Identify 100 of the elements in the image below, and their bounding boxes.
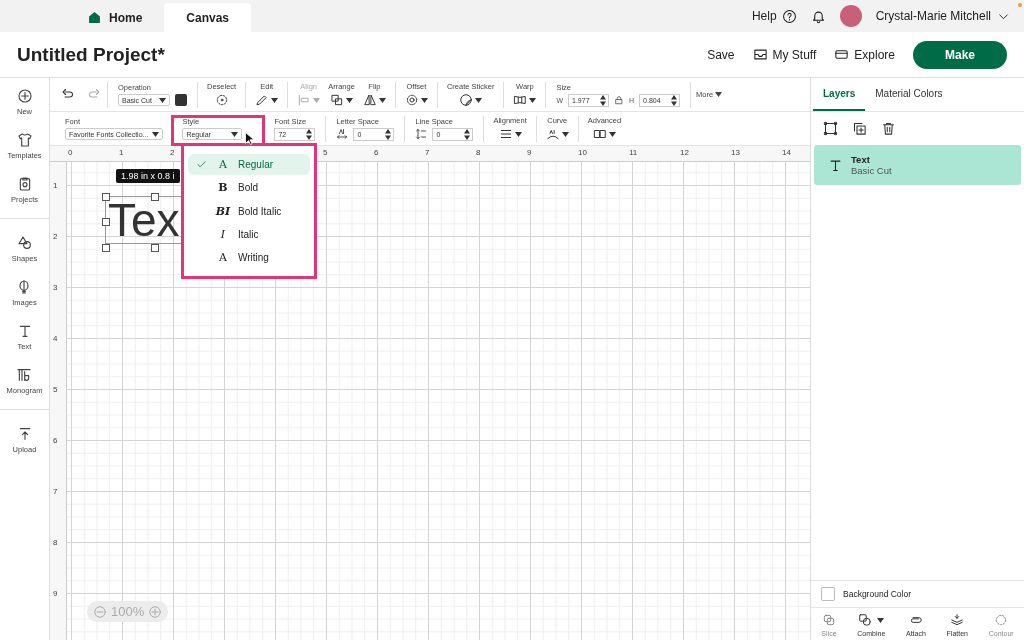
trash-icon — [881, 121, 896, 136]
caret-icon — [877, 617, 885, 623]
help-button[interactable]: Help — [751, 8, 797, 24]
style-glyph: I — [219, 227, 227, 241]
ruler-number: 7 — [425, 148, 430, 157]
duplicate-icon — [852, 121, 867, 136]
ruler-number: 7 — [52, 487, 59, 498]
warp-icon — [513, 93, 528, 107]
caret-icon — [271, 97, 279, 103]
caret-icon — [152, 131, 160, 137]
tray-icon — [752, 47, 768, 62]
arrange-icon — [330, 93, 345, 107]
house-icon — [88, 11, 101, 24]
window-icon — [834, 47, 850, 62]
selection-handle[interactable] — [102, 244, 110, 252]
selection-handle[interactable] — [151, 193, 159, 201]
header-link[interactable]: Save — [707, 47, 735, 62]
menu-item[interactable]: BI Bold Italic — [188, 200, 310, 222]
ruler-number: 2 — [170, 148, 175, 157]
ruler-number: 3 — [52, 283, 59, 294]
color-swatch[interactable] — [175, 94, 187, 106]
header-link[interactable]: Explore — [834, 47, 895, 62]
group-button[interactable] — [823, 121, 838, 136]
align-icon — [297, 93, 312, 107]
caret-icon — [420, 97, 428, 103]
notifications-button[interactable] — [810, 8, 826, 24]
style-glyph: BI — [214, 204, 232, 218]
ruler-number: 9 — [527, 148, 532, 157]
slice-icon — [821, 613, 836, 627]
shirt-icon — [16, 132, 33, 148]
align-lines-icon — [498, 127, 513, 141]
panel-tab[interactable]: Layers — [813, 78, 866, 111]
curve-icon — [545, 127, 560, 141]
checkbox[interactable] — [821, 587, 835, 601]
menu-item-label: Italic — [238, 228, 259, 240]
text-icon — [828, 157, 843, 173]
pencil-icon — [255, 93, 270, 107]
tool-button[interactable] — [404, 92, 428, 108]
tool-button[interactable] — [362, 92, 386, 108]
layer-operation: Basic Cut — [851, 165, 892, 176]
plus-circle-icon — [16, 88, 33, 104]
spinner-icon — [306, 128, 313, 140]
header-link[interactable]: My Stuff — [752, 47, 817, 62]
ruler-number: 5 — [323, 148, 328, 157]
layer-name: Text — [851, 154, 871, 165]
flatten-icon — [950, 613, 965, 627]
selection-handle[interactable] — [102, 193, 110, 201]
caret-icon — [529, 97, 537, 103]
ruler-number: 0 — [68, 148, 73, 157]
tool-button[interactable] — [330, 92, 354, 108]
layer-item[interactable]: Text Basic Cut — [814, 145, 1021, 185]
nav-tab[interactable]: Canvas — [164, 3, 252, 32]
ruler-number: 6 — [52, 436, 59, 447]
menu-item[interactable]: A Regular — [188, 154, 310, 176]
ruler-number: 8 — [476, 148, 481, 157]
tool-button[interactable] — [459, 92, 483, 108]
caret-icon — [715, 92, 723, 97]
duplicate-button[interactable] — [852, 121, 867, 136]
caret-icon — [346, 97, 354, 103]
menu-item-label: Bold — [238, 182, 258, 194]
bell-icon — [810, 8, 826, 24]
caret-icon — [159, 97, 166, 103]
delete-button[interactable] — [881, 121, 896, 136]
selection-handle[interactable] — [102, 218, 110, 226]
caret-icon — [561, 131, 569, 137]
columns-icon — [592, 127, 607, 141]
help-icon — [781, 8, 797, 24]
tool-button[interactable] — [255, 92, 279, 108]
flip-icon — [362, 93, 377, 107]
ruler-number: 4 — [52, 334, 59, 345]
user-menu[interactable]: Crystal-Marie Mitchell — [875, 9, 1010, 23]
dashed-circle-icon — [994, 613, 1009, 627]
caret-icon — [313, 97, 321, 103]
menu-item[interactable]: I Italic — [188, 223, 310, 245]
background-color-label: Background Color — [843, 589, 912, 599]
style-glyph: B — [217, 181, 229, 195]
ruler-number: 14 — [782, 148, 791, 157]
make-button[interactable]: Make — [913, 40, 1007, 69]
letter-space-icon — [336, 128, 349, 140]
caret-icon — [231, 131, 239, 137]
ruler-number: 13 — [731, 148, 740, 157]
gear-icon — [404, 93, 419, 107]
project-title: Untitled Project* — [17, 43, 165, 66]
tool-button[interactable] — [214, 92, 229, 108]
nodes-icon — [823, 121, 838, 136]
panel-tab[interactable]: Material Colors — [865, 78, 953, 111]
menu-item[interactable]: A Writing — [188, 246, 310, 268]
menu-item[interactable]: B Bold — [188, 177, 310, 199]
menu-item-label: Writing — [238, 251, 269, 263]
ruler-number: 2 — [52, 232, 59, 243]
combine-icon — [858, 613, 873, 627]
menu-item-label: Regular — [238, 159, 274, 171]
lock-icon — [614, 95, 624, 105]
style-glyph: A — [218, 158, 228, 172]
nav-tab[interactable]: Home — [66, 3, 165, 32]
ruler-number: 12 — [680, 148, 689, 157]
selection-handle[interactable] — [151, 244, 159, 252]
notification-dot — [1018, 3, 1022, 7]
ruler-number: 9 — [52, 589, 59, 600]
ruler-number: 5 — [52, 385, 59, 396]
